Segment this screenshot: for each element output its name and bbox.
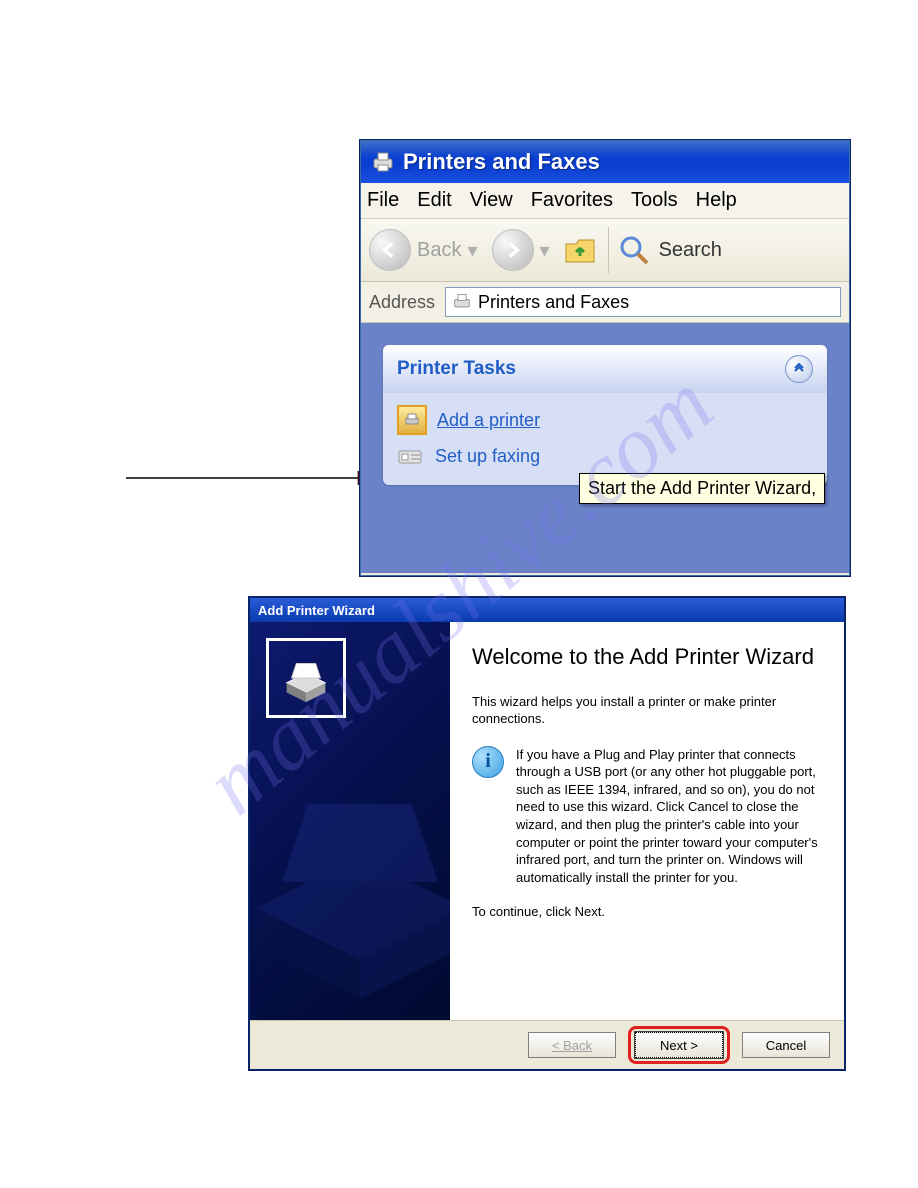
menu-file[interactable]: File	[367, 189, 399, 212]
window-titlebar[interactable]: Printers and Faxes	[361, 141, 849, 183]
printer-badge-icon	[266, 638, 346, 718]
forward-arrow-icon	[492, 229, 534, 271]
forward-button[interactable]: ▾	[488, 225, 554, 275]
address-bar: Address Printers and Faxes	[361, 282, 849, 323]
search-label: Search	[659, 239, 722, 262]
menu-favorites[interactable]: Favorites	[531, 189, 613, 212]
up-folder-button[interactable]	[560, 232, 600, 268]
search-icon	[617, 233, 651, 267]
toolbar-separator	[608, 227, 609, 273]
setup-faxing-link[interactable]: Set up faxing	[397, 445, 813, 467]
toolbar: Back ▾ ▾ Search	[361, 219, 849, 282]
printers-faxes-window: Printers and Faxes File Edit View Favori…	[360, 140, 850, 576]
wizard-info-text: If you have a Plug and Play printer that…	[516, 746, 822, 886]
printer-tasks-panel: Printer Tasks Add a printer Set up faxin	[383, 345, 827, 485]
search-button[interactable]: Search	[617, 233, 722, 267]
menu-bar: File Edit View Favorites Tools Help	[361, 183, 849, 219]
task-panel-heading: Printer Tasks	[397, 358, 516, 380]
back-label: Back	[417, 239, 461, 262]
task-panel-header[interactable]: Printer Tasks	[383, 345, 827, 393]
printer-decor-icon	[250, 752, 450, 1012]
next-button[interactable]: Next >	[635, 1032, 723, 1058]
address-value: Printers and Faxes	[478, 292, 629, 313]
wizard-sidebar	[250, 622, 450, 1020]
dialog-title: Add Printer Wizard	[258, 603, 375, 618]
collapse-icon[interactable]	[785, 355, 813, 383]
tooltip: Start the Add Printer Wizard,	[579, 473, 825, 504]
add-printer-label: Add a printer	[437, 410, 540, 431]
next-button-highlight: Next >	[628, 1026, 730, 1064]
back-arrow-icon	[369, 229, 411, 271]
wizard-heading: Welcome to the Add Printer Wizard	[472, 644, 822, 670]
menu-help[interactable]: Help	[696, 189, 737, 212]
wizard-button-bar: < Back Next > Cancel	[250, 1020, 844, 1069]
fax-icon	[397, 445, 425, 467]
menu-view[interactable]: View	[470, 189, 513, 212]
wizard-content: Welcome to the Add Printer Wizard This w…	[450, 622, 844, 1020]
wizard-continue-text: To continue, click Next.	[472, 904, 822, 919]
callout-arrow	[126, 468, 386, 488]
back-button[interactable]: Back ▾	[365, 225, 482, 275]
back-button: < Back	[528, 1032, 616, 1058]
info-icon: i	[472, 746, 504, 778]
menu-edit[interactable]: Edit	[417, 189, 451, 212]
setup-faxing-label: Set up faxing	[435, 446, 540, 467]
add-printer-icon	[397, 405, 427, 435]
side-pane: Printer Tasks Add a printer Set up faxin	[361, 323, 849, 573]
printer-icon	[371, 151, 395, 173]
wizard-intro-text: This wizard helps you install a printer …	[472, 694, 822, 728]
dialog-titlebar[interactable]: Add Printer Wizard	[250, 598, 844, 622]
menu-tools[interactable]: Tools	[631, 189, 678, 212]
cancel-button[interactable]: Cancel	[742, 1032, 830, 1058]
chevron-down-icon: ▾	[467, 238, 477, 263]
window-title: Printers and Faxes	[403, 149, 600, 175]
chevron-down-icon: ▾	[540, 238, 550, 263]
add-printer-link[interactable]: Add a printer	[397, 405, 813, 435]
address-label: Address	[369, 292, 435, 313]
printer-icon	[452, 293, 472, 311]
add-printer-wizard-dialog: Add Printer Wizard Welcome to the Add Pr…	[248, 596, 846, 1071]
address-field[interactable]: Printers and Faxes	[445, 287, 841, 317]
